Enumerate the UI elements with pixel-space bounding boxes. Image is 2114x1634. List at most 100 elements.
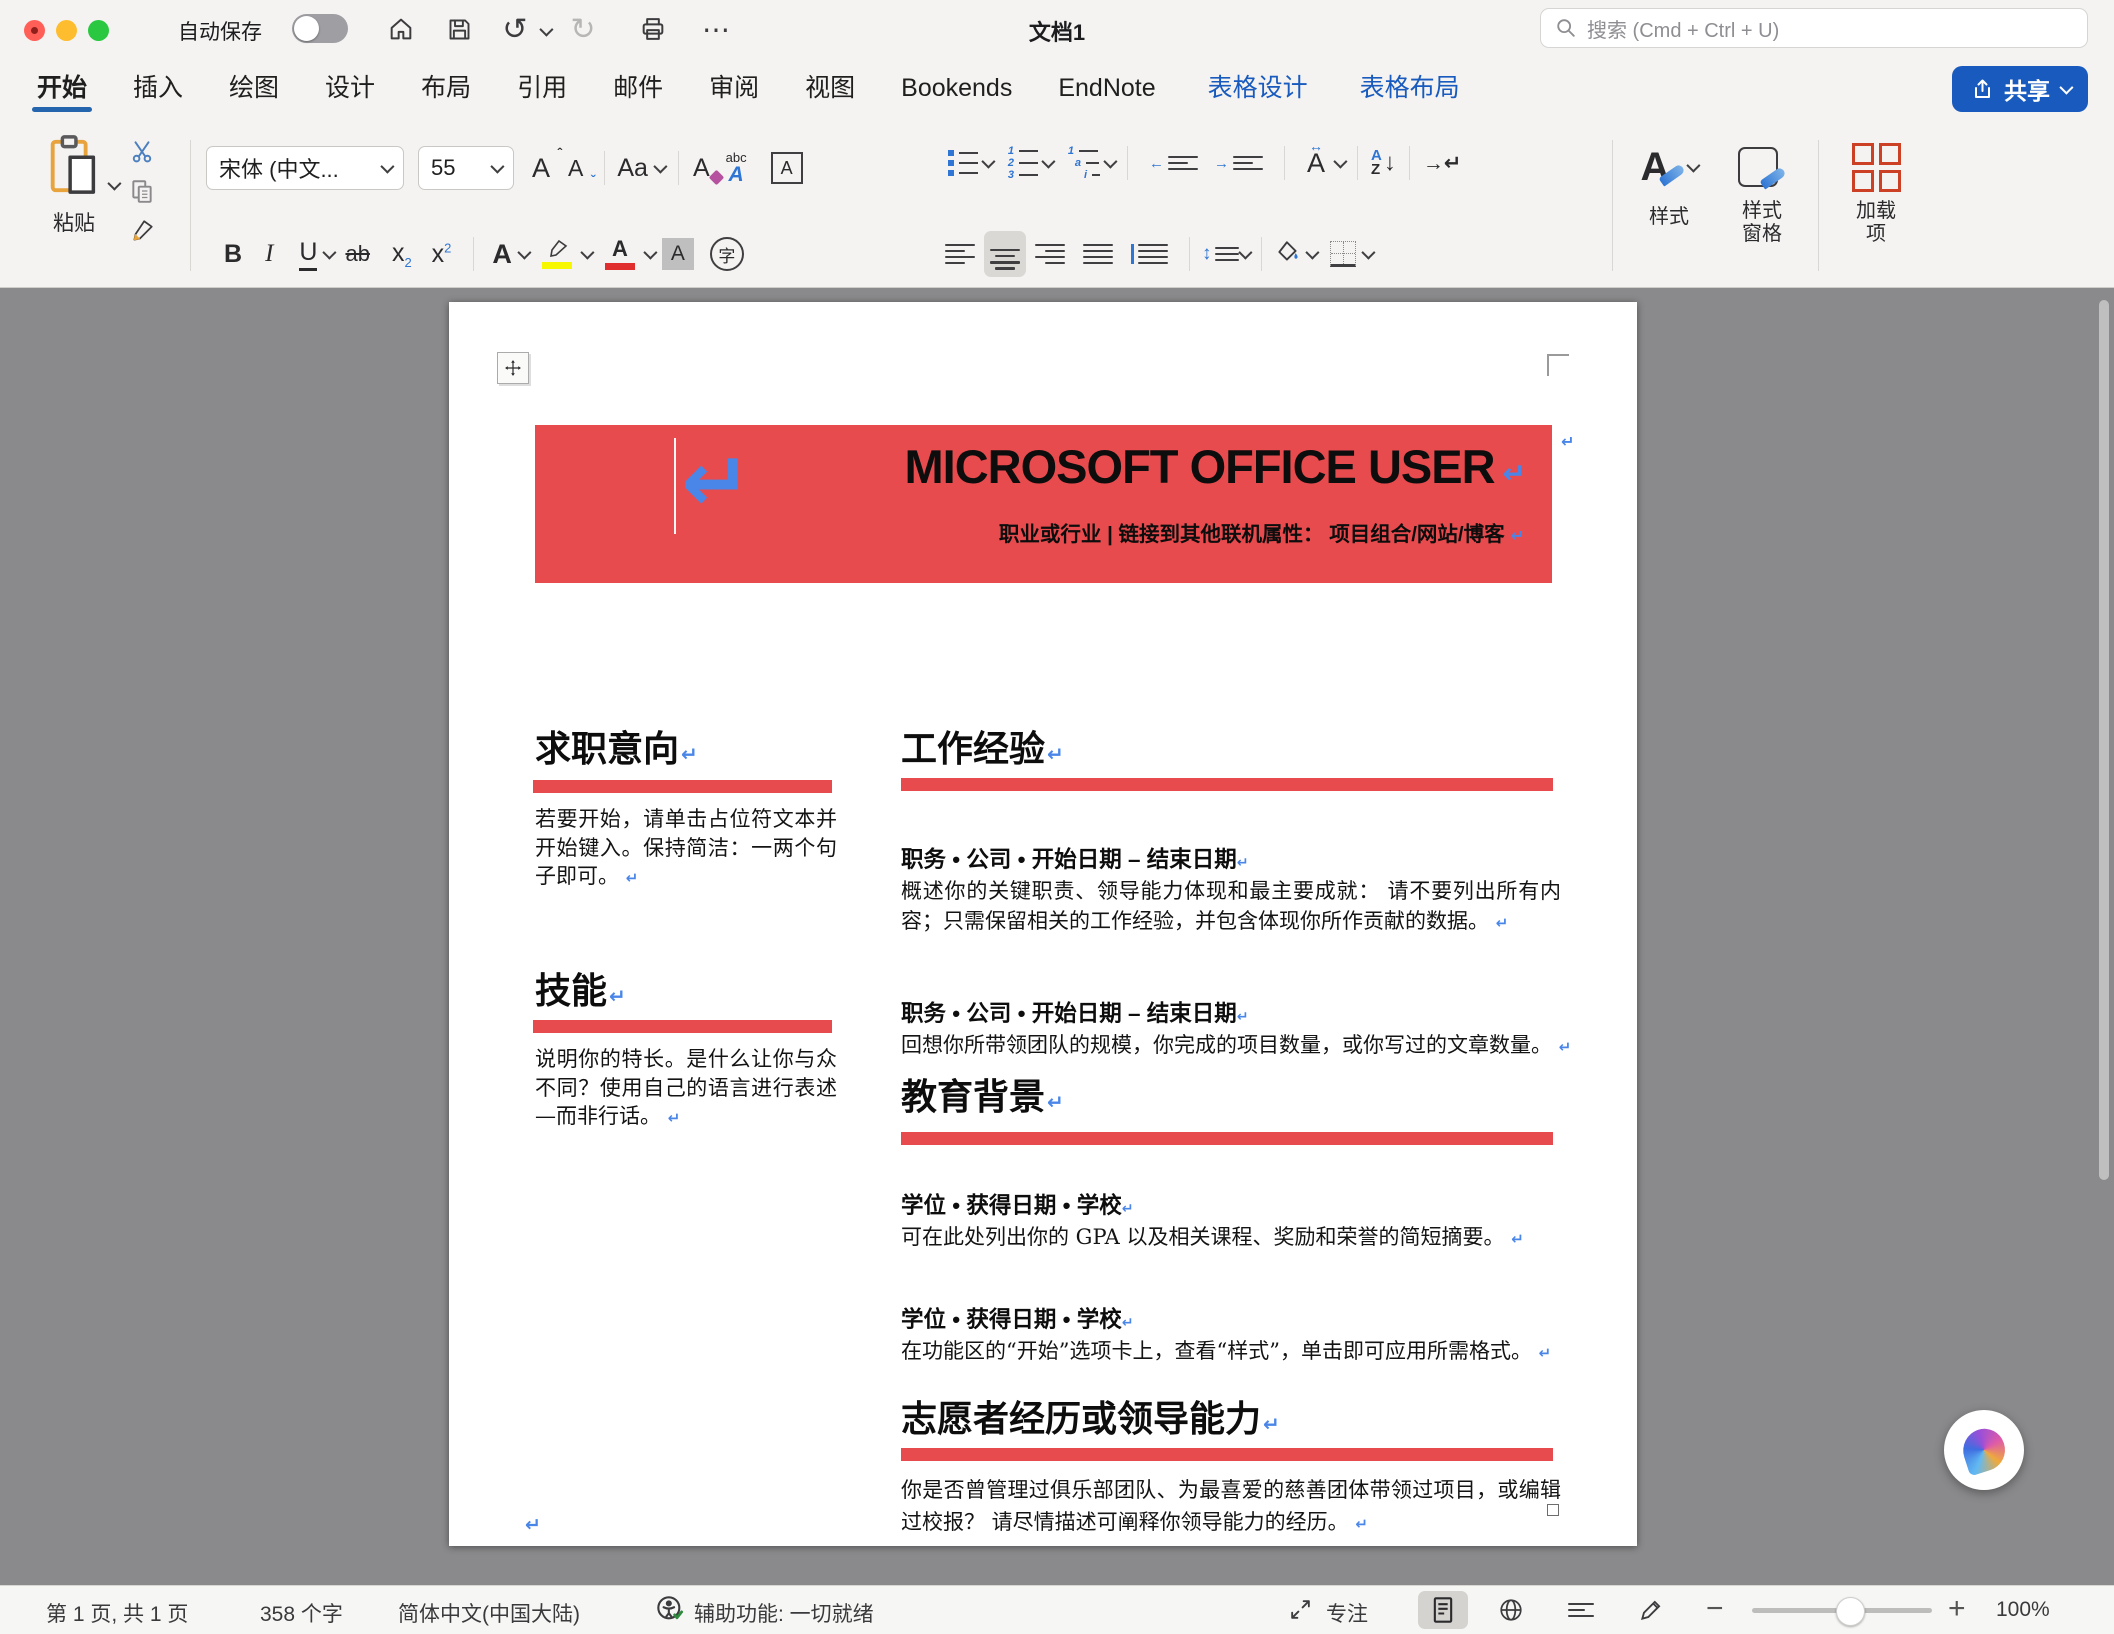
strikethrough-button[interactable]: ab [345, 241, 369, 267]
education-entry-title[interactable]: 学位 • 获得日期 • 学校↵ [901, 1188, 1134, 1220]
section-heading-objective[interactable]: 求职意向↵ [535, 720, 698, 772]
sort-button[interactable]: AZ ↓ [1371, 149, 1396, 178]
zoom-slider-knob[interactable] [1836, 1597, 1865, 1626]
zoom-out-button[interactable]: − [1706, 1592, 1724, 1626]
share-button[interactable]: 共享 [1952, 66, 2088, 112]
undo-button[interactable]: ↺ [498, 13, 532, 45]
tab-mailings[interactable]: 邮件 [590, 56, 686, 120]
font-size-select[interactable]: 55 [418, 146, 514, 190]
experience-entry-body[interactable]: 回想你所带领团队的规模，你完成的项目数量，或你写过的文章数量。 ↵ [901, 1030, 1581, 1062]
section-heading-skills[interactable]: 技能↵ [535, 962, 626, 1014]
focus-mode-button[interactable]: 专注 [1326, 1598, 1368, 1628]
align-left-button[interactable] [945, 244, 975, 265]
tab-bookends[interactable]: Bookends [878, 56, 1035, 120]
bold-button[interactable]: B [224, 240, 242, 269]
accessibility-status[interactable]: 辅助功能: 一切就绪 [694, 1598, 874, 1628]
align-center-button[interactable] [984, 231, 1026, 276]
print-layout-view-button[interactable] [1418, 1591, 1468, 1629]
decrease-indent-button[interactable]: ← [1149, 155, 1198, 172]
tab-table-design[interactable]: 表格设计 [1185, 56, 1331, 120]
align-right-button[interactable] [1035, 244, 1065, 265]
format-painter-button[interactable] [128, 218, 156, 244]
more-button[interactable]: ⋯ [700, 13, 734, 45]
copy-button[interactable] [129, 178, 155, 204]
zoom-in-button[interactable]: + [1948, 1592, 1966, 1626]
resume-name[interactable]: MICROSOFT OFFICE USER [905, 439, 1495, 494]
font-color-button[interactable]: A [605, 238, 635, 270]
tab-design[interactable]: 设计 [302, 56, 398, 120]
grow-font-button[interactable]: Aˆ [532, 153, 550, 184]
shrink-font-button[interactable]: Aˇ [568, 155, 583, 182]
bullets-button[interactable] [948, 150, 978, 176]
paste-button[interactable]: 粘贴 [28, 134, 120, 237]
draft-view-button[interactable] [1626, 1591, 1676, 1629]
character-shading-button[interactable]: A [662, 238, 694, 270]
phonetic-guide-button[interactable]: abc A [726, 151, 747, 185]
show-marks-button[interactable]: →↵ [1423, 151, 1462, 176]
tab-table-layout[interactable]: 表格布局 [1337, 56, 1483, 120]
numbering-button[interactable]: 1 2 3 [1006, 147, 1038, 179]
tab-draw[interactable]: 绘图 [206, 56, 302, 120]
education-entry-body[interactable]: 在功能区的“开始”选项卡上，查看“样式”，单击即可应用所需格式。 ↵ [901, 1336, 1581, 1368]
table-move-handle[interactable] [497, 352, 529, 384]
document-page[interactable]: ↵ MICROSOFT OFFICE USER ↵ 职业或行业 | 链接到其他联… [449, 302, 1637, 1546]
enclose-characters-button[interactable]: 字 [710, 237, 744, 271]
subscript-button[interactable]: x2 [392, 239, 412, 270]
highlight-button[interactable] [542, 239, 572, 269]
section-heading-experience[interactable]: 工作经验↵ [901, 720, 1064, 772]
experience-entry-body[interactable]: 概述你的关键职责、领导能力体现和最主要成就： 请不要列出所有内容；只需保留相关的… [901, 876, 1561, 938]
resume-subtitle[interactable]: 职业或行业 | 链接到其他联机属性： 项目组合/网站/博客 [999, 517, 1505, 547]
close-window-button[interactable] [24, 20, 45, 41]
home-button[interactable] [384, 13, 418, 45]
table-resize-handle[interactable] [1547, 1504, 1559, 1516]
section-heading-education[interactable]: 教育背景↵ [901, 1068, 1064, 1120]
line-spacing-button[interactable]: ↕ [1202, 243, 1239, 265]
word-count[interactable]: 358 个字 [260, 1598, 343, 1628]
addins-button[interactable]: 加载项 [1838, 134, 1914, 246]
section-heading-volunteer[interactable]: 志愿者经历或领导能力↵ [901, 1390, 1280, 1442]
print-button[interactable] [636, 13, 670, 45]
education-entry-body[interactable]: 可在此处列出你的 GPA 以及相关课程、奖励和荣誉的简短摘要。 ↵ [901, 1222, 1581, 1254]
change-case-button[interactable]: Aa [617, 154, 648, 183]
styles-button[interactable]: A 样式 [1626, 134, 1712, 229]
style-pane-button[interactable]: 样式窗格 [1722, 134, 1802, 246]
search-input[interactable]: 搜索 (Cmd + Ctrl + U) [1540, 8, 2088, 48]
resume-banner[interactable]: ↵ MICROSOFT OFFICE USER ↵ 职业或行业 | 链接到其他联… [535, 425, 1552, 583]
italic-button[interactable]: I [265, 240, 273, 268]
autosave-toggle[interactable] [292, 14, 348, 43]
enclose-character-button[interactable]: A [771, 152, 803, 184]
text-effects-button[interactable]: A [492, 239, 512, 270]
zoom-level[interactable]: 100% [1996, 1598, 2050, 1622]
increase-indent-button[interactable]: → [1214, 155, 1263, 172]
experience-entry-title[interactable]: 职务 • 公司 • 开始日期 – 结束日期↵ [901, 842, 1249, 874]
redo-button[interactable]: ↻ [566, 13, 600, 45]
tab-references[interactable]: 引用 [494, 56, 590, 120]
character-spacing-button[interactable]: ↔A [1307, 148, 1325, 179]
minimize-window-button[interactable] [56, 20, 77, 41]
page-info[interactable]: 第 1 页, 共 1 页 [46, 1598, 188, 1628]
borders-button[interactable] [1330, 241, 1356, 267]
skills-body[interactable]: 说明你的特长。是什么让你与众不同？使用自己的语言进行表述—而非行话。 ↵ [535, 1045, 837, 1133]
underline-button[interactable]: U [299, 238, 317, 271]
clear-format-button[interactable]: A [693, 154, 710, 183]
objective-body[interactable]: 若要开始，请单击占位符文本并开始键入。保持简洁：一两个句子即可。 ↵ [535, 805, 837, 893]
shading-button[interactable] [1274, 239, 1302, 270]
tab-insert[interactable]: 插入 [110, 56, 206, 120]
cut-button[interactable] [129, 138, 155, 164]
tab-endnote[interactable]: EndNote [1035, 56, 1178, 120]
justify-button[interactable] [1083, 244, 1113, 265]
language-status[interactable]: 简体中文(中国大陆) [398, 1598, 580, 1628]
multilevel-list-button[interactable]: 1 a i [1066, 147, 1100, 179]
distribute-text-button[interactable] [1131, 244, 1168, 265]
zoom-window-button[interactable] [88, 20, 109, 41]
tab-view[interactable]: 视图 [782, 56, 878, 120]
copilot-button[interactable] [1944, 1410, 2024, 1490]
volunteer-body[interactable]: 你是否曾管理过俱乐部团队、为最喜爱的慈善团体带领过项目，或编辑过校报？ 请尽情描… [901, 1474, 1561, 1540]
outline-view-button[interactable] [1556, 1591, 1606, 1629]
save-button[interactable] [442, 13, 476, 45]
education-entry-title[interactable]: 学位 • 获得日期 • 学校↵ [901, 1302, 1134, 1334]
undo-chevron-icon[interactable] [539, 23, 553, 37]
tab-home[interactable]: 开始 [14, 56, 110, 120]
tab-review[interactable]: 审阅 [686, 56, 782, 120]
vertical-scrollbar[interactable] [2099, 300, 2109, 1180]
